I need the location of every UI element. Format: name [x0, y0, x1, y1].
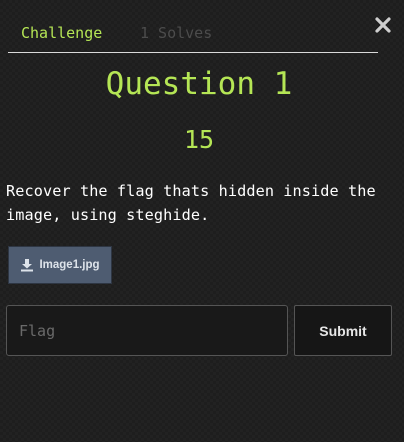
tab-challenge[interactable]: Challenge: [21, 24, 102, 42]
modal-tabs: Challenge 1 Solves: [8, 20, 378, 53]
close-button[interactable]: [372, 14, 394, 36]
file-name: Image1.jpg: [39, 259, 100, 271]
flag-input[interactable]: [6, 305, 288, 356]
close-icon: [375, 17, 391, 33]
download-icon: [20, 258, 34, 272]
submit-button[interactable]: Submit: [294, 305, 392, 356]
tab-solves[interactable]: 1 Solves: [140, 24, 212, 42]
challenge-description: Recover the flag thats hidden inside the…: [6, 182, 376, 224]
challenge-modal: Challenge 1 Solves Question 1 15 Recover…: [0, 0, 404, 442]
challenge-title: Question 1: [105, 66, 293, 102]
download-file-button[interactable]: Image1.jpg: [8, 246, 112, 284]
challenge-points: 15: [183, 125, 215, 154]
